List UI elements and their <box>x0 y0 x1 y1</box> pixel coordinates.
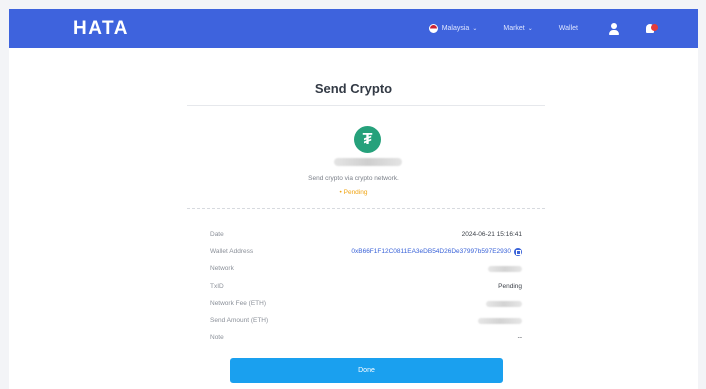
region-label: Malaysia <box>441 25 470 32</box>
market-label: Market <box>503 25 525 32</box>
notification-bell-icon[interactable] <box>646 23 658 35</box>
notification-badge <box>651 23 658 31</box>
network-fee-redacted <box>486 300 522 307</box>
chevron-down-icon: ⌄ <box>472 26 478 32</box>
network-fee-label: Network Fee (ETH) <box>210 299 266 307</box>
wallet-address-value: 0xB66F1F12C0811EA3eDB54D26De37997b597E29… <box>351 248 511 256</box>
user-icon[interactable] <box>608 22 620 35</box>
amount-redacted <box>334 158 402 166</box>
date-value: 2024-06-21 15:16:41 <box>461 231 522 239</box>
detail-row-network: Network <box>210 260 522 277</box>
detail-row-wallet-address: Wallet Address 0xB66F1F12C0811EA3eDB54D2… <box>210 243 522 260</box>
network-label: Network <box>210 265 234 273</box>
txid-label: TxID <box>210 282 224 290</box>
send-description: Send crypto via crypto network. <box>308 175 399 182</box>
copy-icon[interactable] <box>514 247 522 256</box>
market-menu[interactable]: Market ⌄ <box>503 25 532 32</box>
malaysia-flag-icon <box>428 24 438 33</box>
top-navigation-bar: HATA Malaysia ⌄ Market ⌄ Wallet <box>9 9 698 48</box>
detail-row-send-amount: Send Amount (ETH) <box>210 312 522 329</box>
summary-divider <box>187 208 545 209</box>
send-amount-label: Send Amount (ETH) <box>210 317 269 325</box>
note-label: Note <box>210 334 224 342</box>
wallet-address-label: Wallet Address <box>210 248 254 256</box>
done-button[interactable]: Done <box>230 358 503 383</box>
txid-value: Pending <box>498 282 522 290</box>
detail-row-txid: TxID Pending <box>210 278 522 295</box>
page-background: HATA Malaysia ⌄ Market ⌄ Wallet Send Cry… <box>0 0 706 389</box>
date-label: Date <box>210 231 224 239</box>
detail-row-network-fee: Network Fee (ETH) <box>210 295 522 312</box>
send-amount-redacted <box>478 317 522 324</box>
wallet-address-link[interactable]: 0xB66F1F12C0811EA3eDB54D26De37997b597E29… <box>351 247 522 256</box>
page-title: Send Crypto <box>314 81 393 96</box>
wallet-label: Wallet <box>558 25 578 32</box>
region-selector[interactable]: Malaysia ⌄ <box>428 24 478 33</box>
hata-logo[interactable]: HATA <box>73 18 129 40</box>
send-crypto-card: Send Crypto ₮ Send crypto via crypto net… <box>9 48 698 389</box>
title-divider <box>187 105 545 106</box>
status-badge: • Pending <box>339 189 368 196</box>
network-redacted <box>488 266 522 273</box>
tether-icon: ₮ <box>354 126 381 153</box>
detail-row-note: Note -- <box>210 329 522 346</box>
wallet-link[interactable]: Wallet <box>559 25 578 32</box>
transaction-details: Date 2024-06-21 15:16:41 Wallet Address … <box>210 226 522 346</box>
chevron-down-icon: ⌄ <box>527 26 533 32</box>
detail-row-date: Date 2024-06-21 15:16:41 <box>210 226 522 243</box>
note-value: -- <box>517 334 522 342</box>
nav-menu: Malaysia ⌄ Market ⌄ Wallet <box>403 9 658 48</box>
